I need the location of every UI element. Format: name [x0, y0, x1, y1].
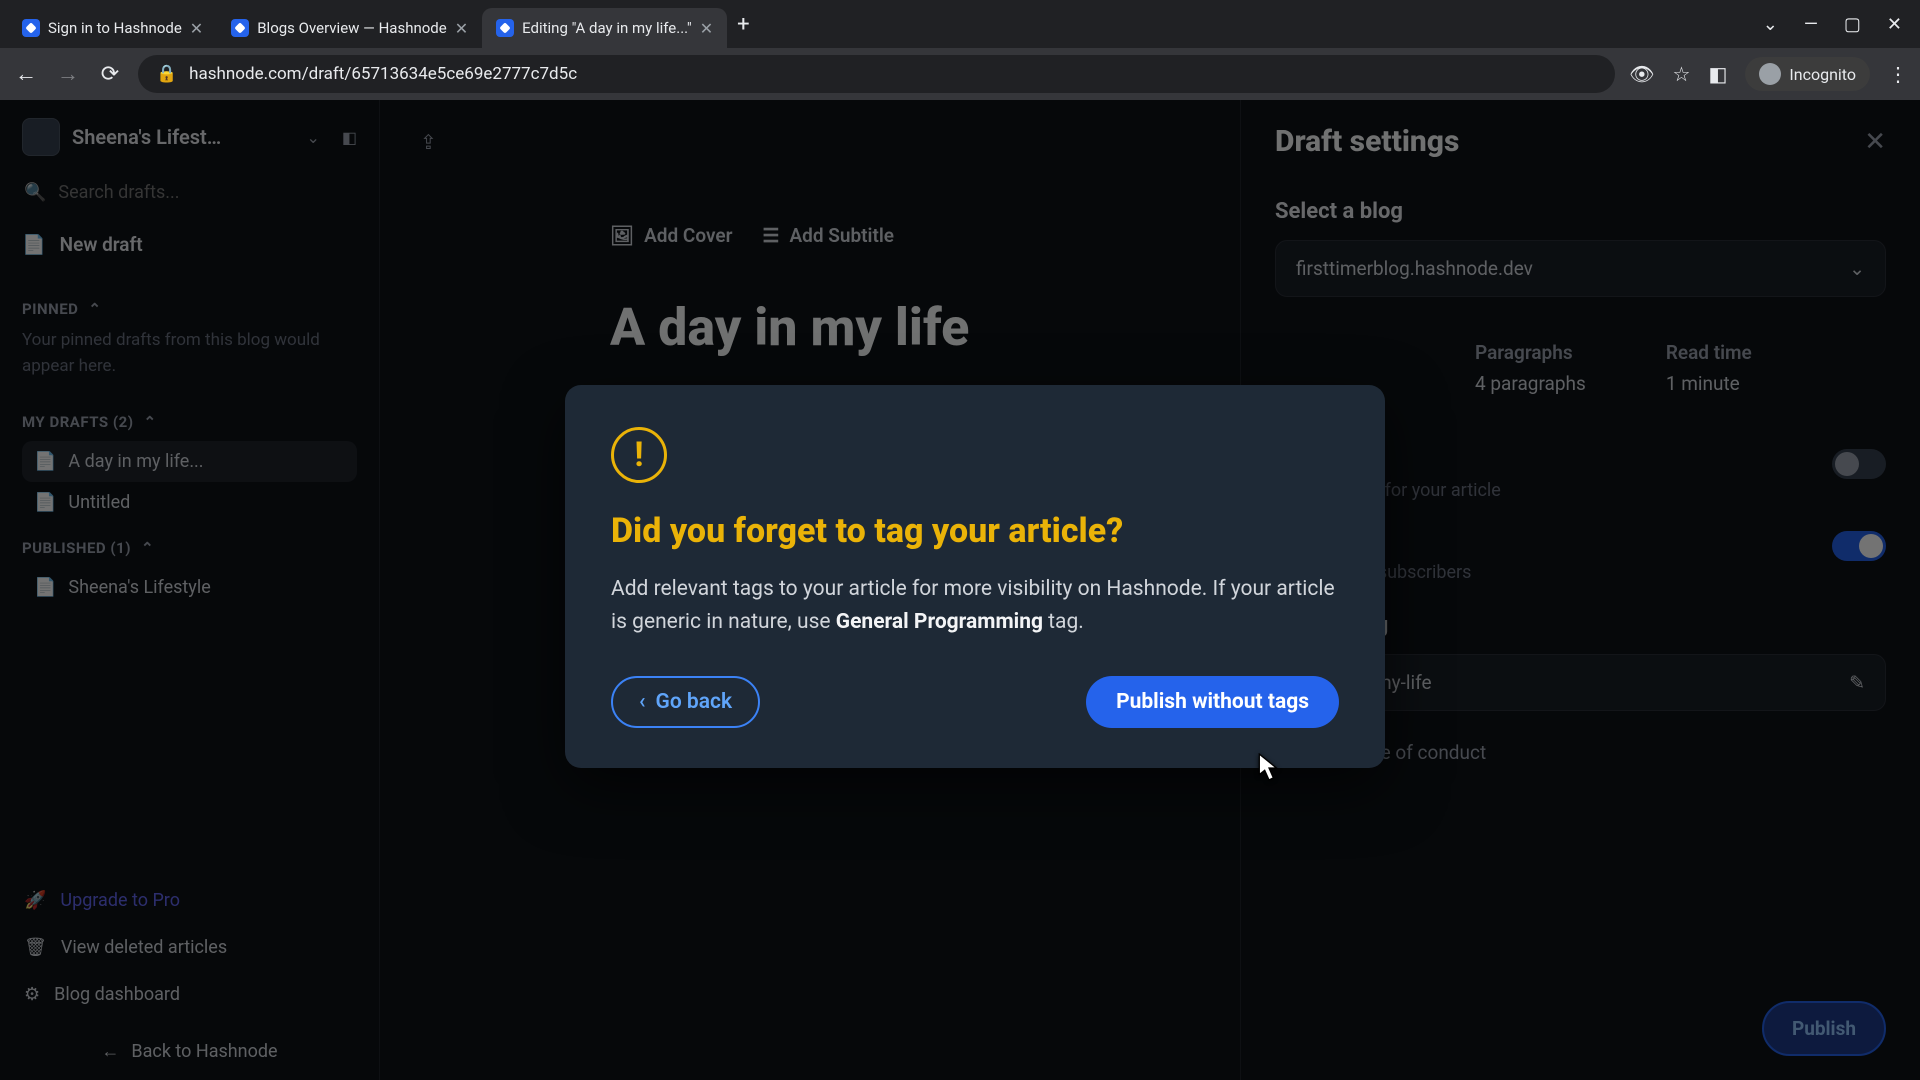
- modal-title: Did you forget to tag your article?: [611, 511, 1339, 551]
- publish-without-tags-button[interactable]: Publish without tags: [1086, 676, 1339, 728]
- incognito-icon: [1759, 63, 1781, 85]
- minimize-icon[interactable]: —: [1804, 14, 1818, 35]
- tab-title: Blogs Overview — Hashnode: [257, 19, 447, 37]
- tab-title: Editing "A day in my life...": [522, 19, 692, 37]
- browser-tab[interactable]: Blogs Overview — Hashnode ✕: [217, 8, 482, 48]
- incognito-badge[interactable]: Incognito: [1745, 57, 1870, 91]
- chevron-left-icon: ‹: [639, 690, 646, 714]
- browser-tab-active[interactable]: Editing "A day in my life..." ✕: [482, 8, 727, 48]
- browser-tab[interactable]: Sign in to Hashnode ✕: [8, 8, 217, 48]
- address-bar[interactable]: 🔒 hashnode.com/draft/65713634e5ce69e2777…: [138, 55, 1615, 93]
- back-icon[interactable]: ←: [12, 61, 40, 87]
- close-icon[interactable]: ✕: [700, 19, 713, 38]
- reload-icon[interactable]: ⟳: [96, 62, 124, 87]
- incognito-label: Incognito: [1789, 65, 1856, 84]
- bookmark-icon[interactable]: ☆: [1673, 62, 1691, 86]
- modal-body: Add relevant tags to your article for mo…: [611, 573, 1339, 638]
- chevron-down-icon[interactable]: ⌄: [1763, 14, 1778, 35]
- forward-icon: →: [54, 61, 82, 87]
- close-icon[interactable]: ✕: [190, 19, 203, 38]
- browser-tab-strip: Sign in to Hashnode ✕ Blogs Overview — H…: [0, 0, 1920, 48]
- maximize-icon[interactable]: ▢: [1844, 14, 1861, 35]
- close-icon[interactable]: ✕: [455, 19, 468, 38]
- window-close-icon[interactable]: ✕: [1887, 14, 1902, 35]
- new-tab-button[interactable]: +: [727, 12, 759, 37]
- hashnode-favicon: [22, 19, 40, 37]
- hashnode-favicon: [496, 19, 514, 37]
- kebab-menu-icon[interactable]: ⋮: [1888, 62, 1908, 86]
- url-text: hashnode.com/draft/65713634e5ce69e2777c7…: [189, 64, 577, 84]
- browser-toolbar: ← → ⟳ 🔒 hashnode.com/draft/65713634e5ce6…: [0, 48, 1920, 100]
- alert-icon: !: [611, 427, 667, 483]
- tag-reminder-modal: ! Did you forget to tag your article? Ad…: [565, 385, 1385, 768]
- eye-off-icon[interactable]: 👁: [1629, 62, 1654, 86]
- tab-title: Sign in to Hashnode: [48, 19, 182, 37]
- hashnode-favicon: [231, 19, 249, 37]
- lock-icon: 🔒: [156, 64, 177, 84]
- go-back-button[interactable]: ‹ Go back: [611, 676, 760, 728]
- side-panel-icon[interactable]: ◧: [1708, 62, 1727, 86]
